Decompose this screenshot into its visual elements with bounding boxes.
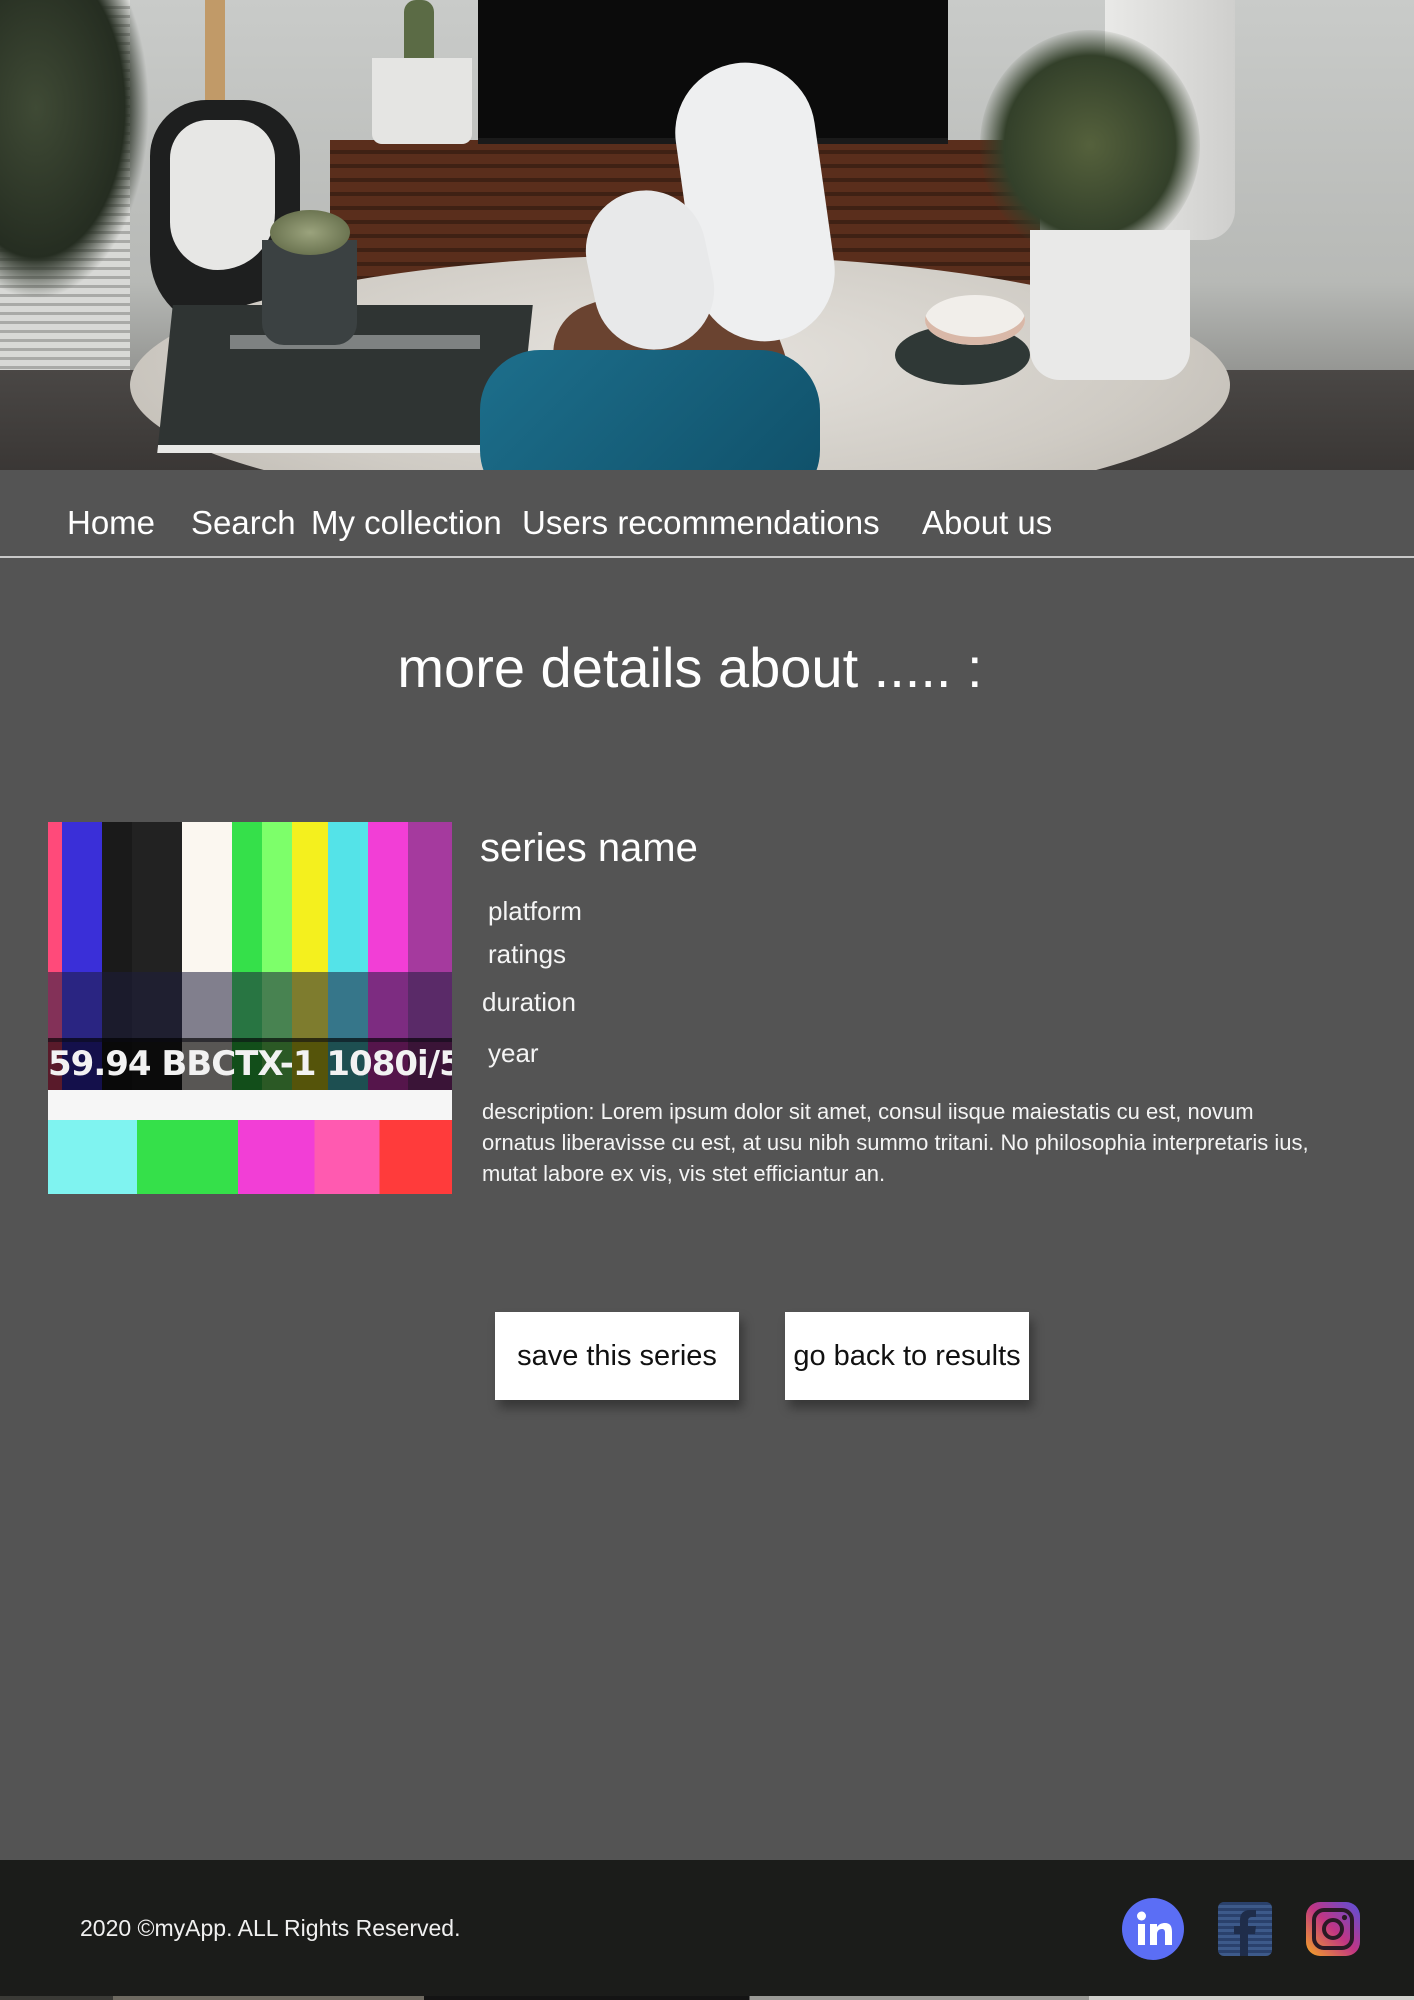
series-description: description: Lorem ipsum dolor sit amet,… bbox=[482, 1099, 1309, 1186]
page-title: more details about ..... : bbox=[397, 636, 983, 699]
instagram-icon[interactable] bbox=[1306, 1898, 1360, 1960]
jeans bbox=[480, 350, 820, 470]
series-year: year bbox=[488, 1038, 539, 1068]
main-nav: Home Search My collection Users recommen… bbox=[0, 470, 1414, 558]
copyright-text: 2020 ©myApp. ALL Rights Reserved. bbox=[80, 1915, 461, 1941]
footer: 2020 ©myApp. ALL Rights Reserved. bbox=[0, 1860, 1414, 2000]
poster-text: 59.94 BBCTX-1 1080i/59. bbox=[48, 1038, 452, 1090]
small-plant-pot bbox=[262, 240, 357, 345]
series-duration: duration bbox=[482, 987, 576, 1017]
guitar-pickguard bbox=[170, 120, 275, 270]
nav-item-about-us[interactable]: About us bbox=[922, 506, 1052, 539]
footer-image-strip bbox=[0, 1996, 1414, 2000]
cactus bbox=[404, 0, 434, 62]
nav-item-my-collection[interactable]: My collection bbox=[311, 506, 502, 539]
series-platform: platform bbox=[488, 896, 582, 926]
nav-item-users-recommendations[interactable]: Users recommendations bbox=[522, 506, 880, 539]
nav-item-search[interactable]: Search bbox=[191, 506, 296, 539]
plant-right bbox=[980, 30, 1200, 260]
poster-band bbox=[48, 972, 452, 1042]
poster-band bbox=[48, 1120, 452, 1194]
series-name: series name bbox=[480, 826, 698, 870]
back-to-results-button[interactable]: go back to results bbox=[785, 1312, 1029, 1400]
nav-item-home[interactable]: Home bbox=[67, 506, 155, 539]
plant-pot-right bbox=[1030, 230, 1190, 380]
succulent bbox=[270, 210, 350, 255]
linkedin-icon[interactable] bbox=[1122, 1898, 1184, 1960]
plant-left bbox=[0, 0, 150, 300]
candle bbox=[925, 295, 1025, 345]
facebook-icon[interactable] bbox=[1218, 1898, 1272, 1960]
plant-pot-top bbox=[372, 58, 472, 144]
series-ratings: ratings bbox=[488, 939, 567, 969]
series-poster: 59.94 BBCTX-1 1080i/59. bbox=[48, 822, 452, 1194]
poster-band bbox=[48, 1090, 452, 1120]
save-series-button[interactable]: save this series bbox=[495, 1312, 739, 1400]
hero-image bbox=[0, 0, 1414, 470]
